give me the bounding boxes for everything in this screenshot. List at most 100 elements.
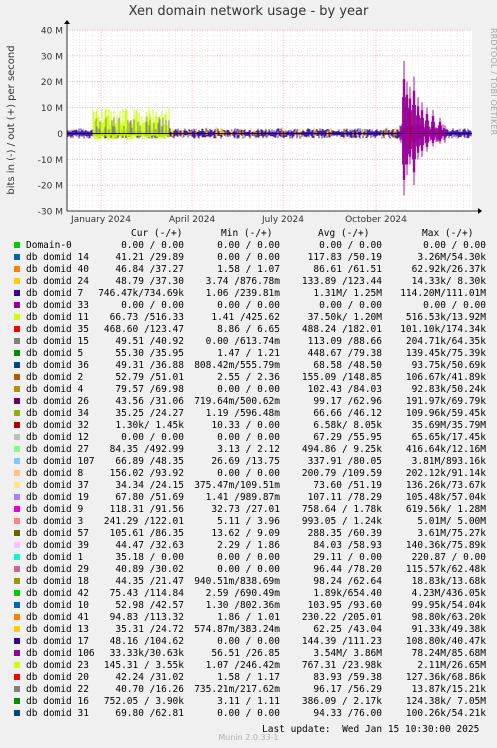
legend-value-min: 735.21m/217.62m <box>194 684 280 695</box>
legend-value-cur: 0.00 / 0.00 <box>121 432 184 443</box>
legend-swatch <box>14 434 20 440</box>
legend-value-cur: 746.47k/734.69k <box>98 288 184 299</box>
legend-value-max: 3.26M/54.30k <box>417 252 486 263</box>
legend-series-name: db domid 106 <box>26 648 95 659</box>
legend-value-max: 106.67k/41.89k <box>405 372 486 383</box>
legend-value-max: 127.36k/68.86k <box>405 672 486 683</box>
legend-series-name: db domid 41 <box>26 612 89 623</box>
legend-value-max: 124.38k/ 7.05M <box>405 696 486 707</box>
legend-value-cur: 48.79 /37.30 <box>115 276 184 287</box>
legend-value-cur: 44.35 /21.47 <box>115 576 184 587</box>
legend-value-cur: 69.80 /62.81 <box>115 708 184 719</box>
legend-swatch <box>14 638 20 644</box>
legend-value-max: 65.65k/17.45k <box>411 432 486 443</box>
legend-series-name: db domid 10 <box>26 600 89 611</box>
legend-series-name: db domid 18 <box>26 576 89 587</box>
legend-value-avg: 133.89 /123.44 <box>301 276 382 287</box>
legend-value-min: 56.51 /26.85 <box>211 648 280 659</box>
legend-value-min: 2.55 / 2.36 <box>217 372 280 383</box>
legend-value-avg: 29.11 / 0.00 <box>313 552 382 563</box>
legend-value-max: 13.87k/15.21k <box>411 684 486 695</box>
legend-swatch <box>14 482 20 488</box>
y-tick-label: 10 M <box>41 104 63 114</box>
legend-value-cur: 34.34 /24.15 <box>115 480 184 491</box>
legend-value-cur: 49.51 /40.92 <box>115 336 184 347</box>
legend-value-avg: 117.83 /50.19 <box>307 252 382 263</box>
legend-value-max: 108.80k/40.47k <box>405 636 486 647</box>
legend-value-max: 98.80k/63.20k <box>411 612 486 623</box>
legend-value-min: 0.00 / 0.00 <box>217 468 280 479</box>
legend-value-avg: 103.95 /93.60 <box>307 600 382 611</box>
legend-value-cur: 43.56 /31.06 <box>115 396 184 407</box>
legend-value-avg: 73.60 /51.19 <box>313 480 382 491</box>
legend-series-name: db domid 34 <box>26 408 89 419</box>
legend-value-cur: 44.47 /32.63 <box>115 540 184 551</box>
x-tick-label: April 2024 <box>169 215 216 225</box>
legend-swatch <box>14 254 20 260</box>
legend-value-max: 101.10k/174.34k <box>400 324 486 335</box>
legend-value-min: 0.00 / 0.00 <box>217 300 280 311</box>
legend-value-cur: 48.16 /104.62 <box>109 636 184 647</box>
legend-swatch <box>14 458 20 464</box>
legend-value-min: 1.06 /239.81m <box>205 288 280 299</box>
legend-swatch <box>14 374 20 380</box>
legend-value-avg: 62.25 /43.04 <box>313 624 382 635</box>
legend-value-max: 619.56k/ 1.28M <box>405 504 486 515</box>
legend-value-cur: 0.00 / 0.00 <box>121 240 184 251</box>
legend-value-avg: 767.31 /23.98k <box>301 660 382 671</box>
legend-value-min: 2.29 / 1.86 <box>217 540 280 551</box>
legend-value-avg: 230.22 /205.01 <box>301 612 382 623</box>
chart-plot: 40 M 30 M 20 M 10 M 0 -10 M -20 M -30 M January… <box>6 20 482 225</box>
legend-value-avg: 102.43 /84.03 <box>307 384 382 395</box>
legend-value-max: 140.36k/75.89k <box>405 540 486 551</box>
legend-swatch <box>14 530 20 536</box>
legend-value-max: 202.12k/91.14k <box>405 468 486 479</box>
y-tick-labels: 40 M 30 M 20 M 10 M 0 -10 M -20 M -30 M <box>38 27 64 218</box>
legend-series-name: db domid 1 <box>26 552 84 563</box>
y-axis-arrow <box>64 20 70 24</box>
legend-value-avg: 488.24 /182.01 <box>301 324 382 335</box>
y-tick-label: -10 M <box>38 156 63 166</box>
legend-value-avg: 3.54M/ 3.86M <box>313 648 382 659</box>
legend-value-avg: 84.03 /58.93 <box>313 540 382 551</box>
legend-value-avg: 86.61 /61.51 <box>313 264 382 275</box>
x-tick-label: July 2024 <box>261 215 304 225</box>
legend-series-name: db domid 35 <box>26 324 89 335</box>
legend-value-cur: 145.31 / 3.55k <box>103 660 184 671</box>
legend-value-max: 0.00 / 0.00 <box>423 240 486 251</box>
legend-value-cur: 94.83 /113.32 <box>109 612 184 623</box>
legend-value-min: 1.30 /802.36m <box>205 600 280 611</box>
legend-value-max: 109.96k/59.45k <box>405 408 486 419</box>
legend-value-avg: 758.64 / 1.78k <box>301 504 382 515</box>
legend-value-max: 35.69M/35.79M <box>411 420 486 431</box>
y-axis-label: bits in (-) / out (+) per second <box>6 45 17 194</box>
legend-value-min: 1.58 / 1.07 <box>217 264 280 275</box>
legend-value-max: 62.92k/26.37k <box>411 264 486 275</box>
legend-value-avg: 0.00 / 0.00 <box>319 300 382 311</box>
legend-value-min: 26.69 /13.75 <box>211 456 280 467</box>
legend-swatch <box>14 470 20 476</box>
legend-value-min: 719.64m/500.62m <box>194 396 280 407</box>
legend-swatch <box>14 266 20 272</box>
legend-swatch <box>14 686 20 692</box>
legend-header-min: Min (-/+) <box>221 228 273 239</box>
legend-value-cur: 35.31 /24.72 <box>115 624 184 635</box>
legend-swatch <box>14 278 20 284</box>
legend-series-name: db domid 42 <box>26 588 89 599</box>
legend-swatch <box>14 518 20 524</box>
legend-value-min: 5.11 / 3.96 <box>217 516 280 527</box>
legend-swatch <box>14 710 20 716</box>
legend-header-avg: Avg (-/+) <box>318 228 370 239</box>
legend-value-cur: 40.89 /30.02 <box>115 564 184 575</box>
legend-value-max: 91.33k/49.38k <box>411 624 486 635</box>
legend-value-avg: 113.09 /88.66 <box>307 336 382 347</box>
legend-swatch <box>14 554 20 560</box>
legend-value-min: 2.59 /690.49m <box>205 588 280 599</box>
y-tick-label: 20 M <box>41 78 63 88</box>
legend-value-max: 416.64k/12.16M <box>405 444 486 455</box>
x-tick-label: October 2024 <box>345 215 407 225</box>
legend-value-min: 0.00 / 0.00 <box>217 708 280 719</box>
legend-value-max: 114.20M/111.01M <box>400 288 486 299</box>
legend-series-name: db domid 19 <box>26 492 89 503</box>
legend-value-min: 375.47m/109.51m <box>194 480 280 491</box>
